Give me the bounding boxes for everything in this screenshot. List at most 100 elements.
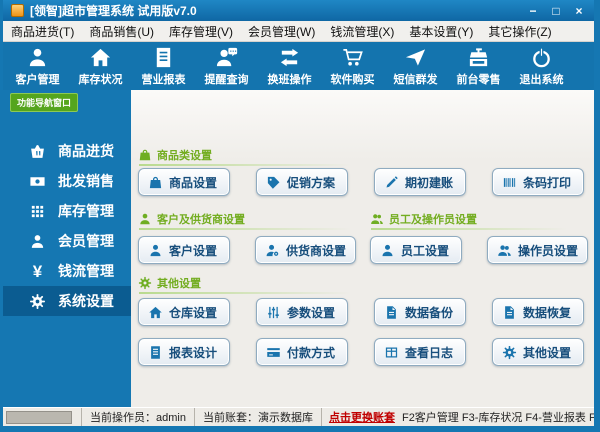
sidebar-item-members[interactable]: 会员管理 — [3, 226, 131, 256]
menu-inventory[interactable]: 库存管理(V) — [169, 23, 233, 40]
current-operator-label: 当前操作员：admin — [82, 408, 195, 426]
main-content: 商品类设置 商品设置 促销方案 期初建账 条码打印 客户及供货商设置 — [131, 90, 594, 407]
people-icon — [497, 243, 512, 258]
nav-list: 商品进货 批发销售 库存管理 会员管理 ¥ 钱流管理 — [3, 90, 131, 316]
bag-gear-icon — [138, 148, 152, 162]
document-backup-icon — [384, 305, 399, 320]
price-tag-icon — [266, 175, 281, 190]
gear-icon — [29, 293, 46, 310]
toolbar-shift-change[interactable]: 换班操作 — [258, 46, 321, 87]
credit-card-icon — [266, 345, 281, 360]
menu-goods-purchase[interactable]: 商品进货(T) — [11, 23, 74, 40]
opening-accounts-button[interactable]: 期初建账 — [374, 168, 466, 196]
yen-icon: ¥ — [29, 263, 46, 280]
report-design-button[interactable]: 报表设计 — [138, 338, 230, 366]
toolbar-customer-management[interactable]: 客户管理 — [6, 46, 69, 87]
document-restore-icon — [502, 305, 517, 320]
cash-register-icon — [467, 46, 490, 69]
other-settings-button[interactable]: 其他设置 — [492, 338, 584, 366]
app-window: [领智]超市管理系统 试用版v7.0 − □ × 商品进货(T) 商品销售(U)… — [0, 0, 600, 432]
titlebar: [领智]超市管理系统 试用版v7.0 − □ × — [3, 0, 594, 21]
business-report-icon — [152, 46, 175, 69]
section-header-goods: 商品类设置 — [138, 147, 212, 163]
data-backup-button[interactable]: 数据备份 — [374, 298, 466, 326]
operator-settings-button[interactable]: 操作员设置 — [487, 236, 588, 264]
person-icon — [148, 243, 163, 258]
sidebar-item-wholesale[interactable]: 批发销售 — [3, 166, 131, 196]
staff-settings-button[interactable]: 员工设置 — [370, 236, 462, 264]
section-header-customers-suppliers: 客户及供货商设置 — [138, 211, 245, 227]
goods-settings-button[interactable]: 商品设置 — [138, 168, 230, 196]
statusbar: 当前操作员：admin 当前账套：演示数据库 点击更换账套 F2客户管理 F3-… — [3, 407, 594, 426]
sidebar-item-cashflow[interactable]: ¥ 钱流管理 — [3, 256, 131, 286]
basket-icon — [29, 143, 46, 160]
supplier-settings-button[interactable]: 供货商设置 — [255, 236, 356, 264]
sliders-icon — [266, 305, 281, 320]
section-header-staff-operators: 员工及操作员设置 — [370, 211, 477, 227]
toolbar-sms-broadcast[interactable]: 短信群发 — [384, 46, 447, 87]
switch-account-link[interactable]: 点击更换账套 — [329, 408, 395, 426]
customer-settings-button[interactable]: 客户设置 — [138, 236, 230, 264]
toolbar-pos-retail[interactable]: 前台零售 — [447, 46, 510, 87]
reminder-chat-icon — [215, 46, 238, 69]
sidebar-item-inventory[interactable]: 库存管理 — [3, 196, 131, 226]
people-icon — [370, 212, 384, 226]
section-rule — [139, 228, 351, 230]
power-icon — [530, 46, 553, 69]
data-restore-button[interactable]: 数据恢复 — [492, 298, 584, 326]
toolbar-reminder-query[interactable]: 提醒查询 — [195, 46, 258, 87]
status-indicator-panel — [3, 408, 82, 426]
inventory-house-icon — [89, 46, 112, 69]
payment-method-button[interactable]: 付款方式 — [256, 338, 348, 366]
gear-icon — [502, 345, 517, 360]
sidebar-item-goods-purchase[interactable]: 商品进货 — [3, 136, 131, 166]
purchase-cart-icon — [341, 46, 364, 69]
menu-cashflow[interactable]: 钱流管理(X) — [330, 23, 394, 40]
minimize-button[interactable]: − — [526, 4, 540, 18]
pen-document-icon — [384, 175, 399, 190]
warehouse-settings-button[interactable]: 仓库设置 — [138, 298, 230, 326]
promotion-plan-button[interactable]: 促销方案 — [256, 168, 348, 196]
menu-basic-settings[interactable]: 基本设置(Y) — [409, 23, 473, 40]
sms-send-icon — [404, 46, 427, 69]
hotkey-hints: F2客户管理 F3-库存状况 F4-营业报表 F6-提醒查询 F7-换班操作 — [402, 408, 594, 426]
shift-swap-arrows-icon — [278, 46, 301, 69]
section-rule — [139, 292, 351, 294]
person-icon — [380, 243, 395, 258]
toolbar: 客户管理 库存状况 营业报表 提醒查询 换班操作 软件购买 短信群发 前台零售 — [3, 42, 594, 90]
maximize-button[interactable]: □ — [549, 4, 563, 18]
toolbar-exit-system[interactable]: 退出系统 — [510, 46, 573, 87]
bag-gear-icon — [148, 175, 163, 190]
window-title: [领智]超市管理系统 试用版v7.0 — [30, 2, 197, 19]
barcode-icon — [502, 175, 517, 190]
report-design-icon — [148, 345, 163, 360]
section-header-other: 其他设置 — [138, 275, 201, 291]
sidebar-item-system-settings[interactable]: 系统设置 — [3, 286, 131, 316]
close-button[interactable]: × — [572, 4, 586, 18]
current-account-label: 当前账套：演示数据库 — [195, 408, 322, 426]
menu-goods-sales[interactable]: 商品销售(U) — [89, 23, 154, 40]
banknote-icon — [29, 173, 46, 190]
menubar: 商品进货(T) 商品销售(U) 库存管理(V) 会员管理(W) 钱流管理(X) … — [3, 21, 594, 42]
person-icon — [29, 233, 46, 250]
parameter-settings-button[interactable]: 参数设置 — [256, 298, 348, 326]
menu-other-ops[interactable]: 其它操作(Z) — [488, 23, 551, 40]
toolbar-software-purchase[interactable]: 软件购买 — [321, 46, 384, 87]
status-indicator-box — [6, 411, 72, 424]
warehouse-house-icon — [148, 305, 163, 320]
customer-person-icon — [26, 46, 49, 69]
body: 功能导航窗口 商品进货 批发销售 库存管理 会员管理 — [3, 90, 594, 407]
grid-icon — [29, 203, 46, 220]
gear-icon — [138, 276, 152, 290]
view-log-button[interactable]: 查看日志 — [374, 338, 466, 366]
window-controls: − □ × — [526, 4, 586, 18]
person-icon — [138, 212, 152, 226]
toolbar-inventory-status[interactable]: 库存状况 — [69, 46, 132, 87]
nav-window-tab: 功能导航窗口 — [10, 93, 78, 112]
menu-members[interactable]: 会员管理(W) — [248, 23, 315, 40]
person-gear-icon — [265, 243, 280, 258]
log-window-icon — [384, 345, 399, 360]
toolbar-business-report[interactable]: 营业报表 — [132, 46, 195, 87]
barcode-print-button[interactable]: 条码打印 — [492, 168, 584, 196]
section-rule — [371, 228, 567, 230]
